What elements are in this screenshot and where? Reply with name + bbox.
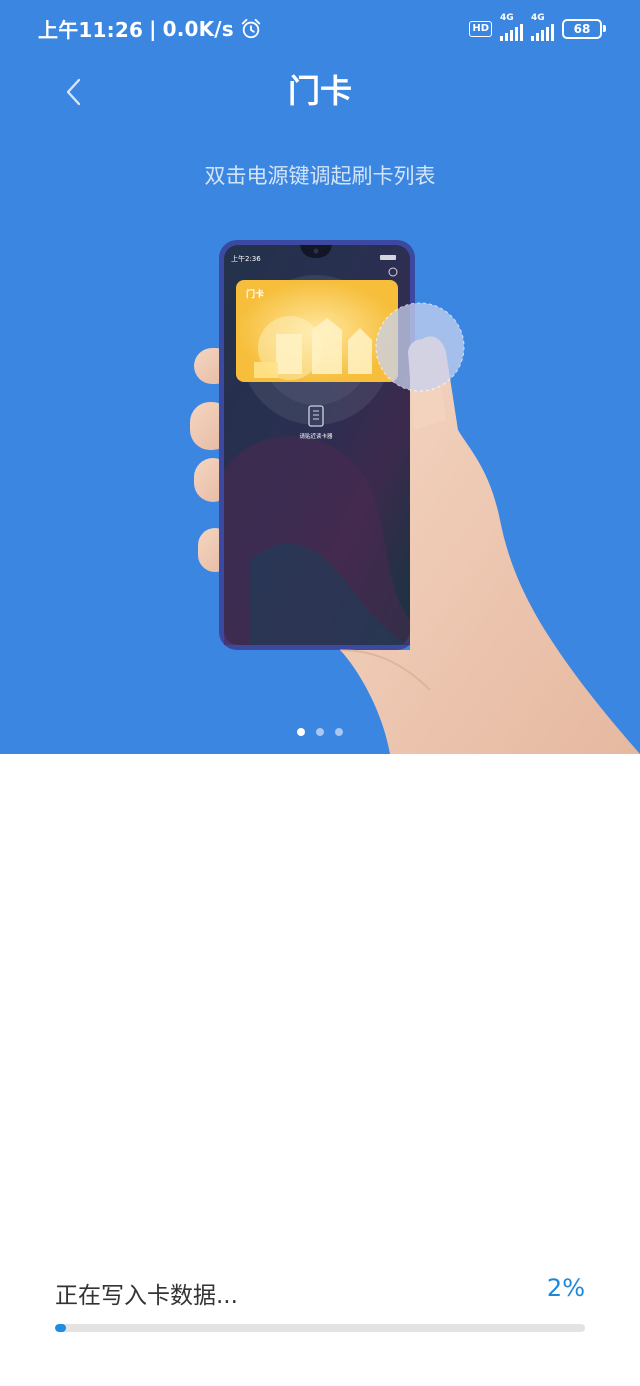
- progress-percent: 2%: [546, 1274, 585, 1302]
- touch-indicator: [375, 302, 465, 392]
- progress-bar-fill: [55, 1324, 66, 1332]
- hero-banner: 上午11:26 | 0.0K/s HD 4G 4G 68 门卡 双击电源键调起刷…: [0, 0, 640, 754]
- nfc-hint: 请贴近读卡器: [299, 432, 333, 440]
- card-title: 门卡: [246, 288, 264, 300]
- hand-phone-illustration: 上午2:36 门卡 请贴近读卡器: [190, 240, 640, 754]
- carousel-dot[interactable]: [316, 728, 324, 736]
- door-card: 门卡: [236, 280, 398, 382]
- progress-label: 正在写入卡数据...: [55, 1283, 238, 1309]
- carousel-dot[interactable]: [297, 728, 305, 736]
- phone-status-time: 上午2:36: [231, 254, 261, 263]
- carousel-dots[interactable]: [0, 728, 640, 736]
- progress-bar: [55, 1324, 585, 1332]
- carousel-dot[interactable]: [335, 728, 343, 736]
